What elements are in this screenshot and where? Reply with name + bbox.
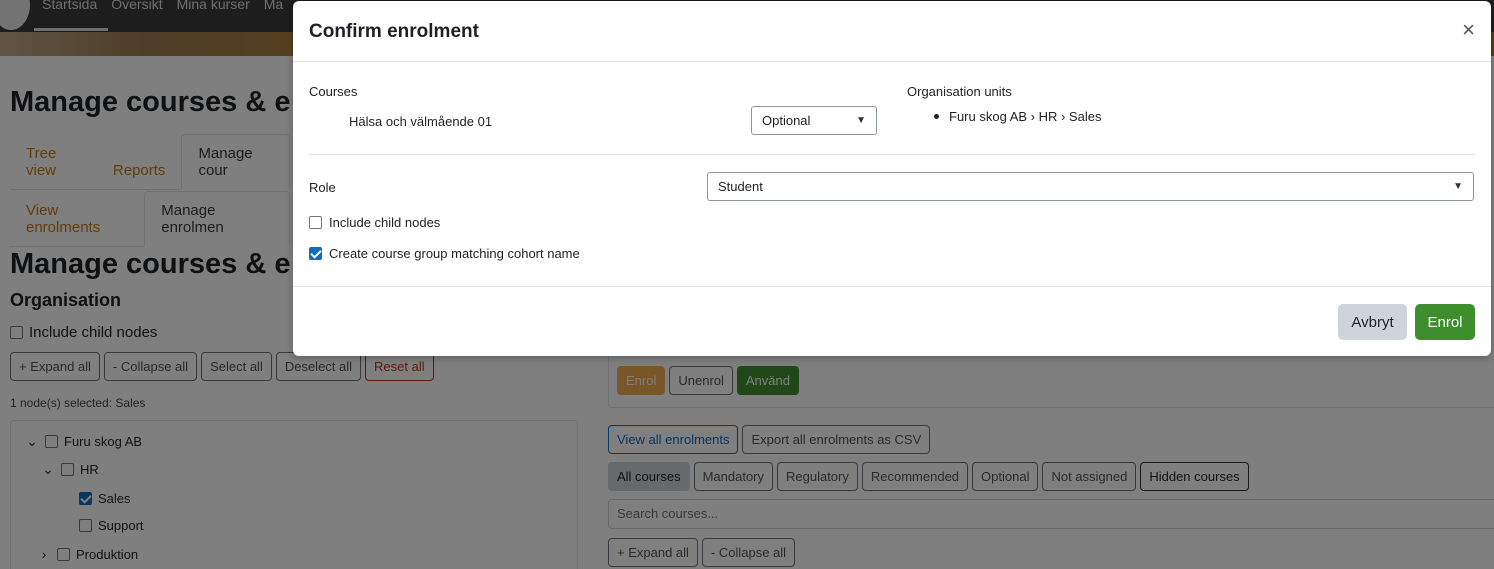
courses-label: Courses [309,84,358,99]
modal-title: Confirm enrolment [309,21,479,42]
bullet-icon [934,114,939,119]
chevron-down-icon: ▼ [856,115,866,126]
role-select[interactable]: Student ▼ [707,172,1474,201]
create-course-group-checkbox[interactable] [309,247,322,260]
course-type-value: Optional [762,113,811,128]
modal-body: Courses Hälsa och välmående 01 Optional … [293,62,1491,287]
chevron-down-icon: ▼ [1453,181,1463,192]
cancel-button[interactable]: Avbryt [1338,304,1407,340]
course-name: Hälsa och välmående 01 [349,114,493,129]
modal-include-child-nodes-checkbox[interactable] [309,216,322,229]
organisation-unit-path: Furu skog AB › HR › Sales [949,109,1102,124]
confirm-enrolment-dialog: Confirm enrolment × Courses Hälsa och vä… [293,1,1491,356]
close-icon[interactable]: × [1462,19,1475,41]
include-child-nodes-row[interactable]: Include child nodes [309,215,440,230]
modal-header: Confirm enrolment × [293,1,1491,62]
organisation-units-label: Organisation units [907,84,1012,99]
divider [309,154,1475,155]
enrol-button[interactable]: Enrol [1415,304,1475,340]
create-course-group-row[interactable]: Create course group matching cohort name [309,246,580,261]
modal-include-child-nodes-label: Include child nodes [329,215,441,230]
organisation-unit-item: Furu skog AB › HR › Sales [934,109,1101,124]
create-course-group-label: Create course group matching cohort name [329,246,580,261]
course-type-select[interactable]: Optional ▼ [751,106,877,135]
role-label: Role [309,180,336,195]
role-value: Student [718,179,763,194]
